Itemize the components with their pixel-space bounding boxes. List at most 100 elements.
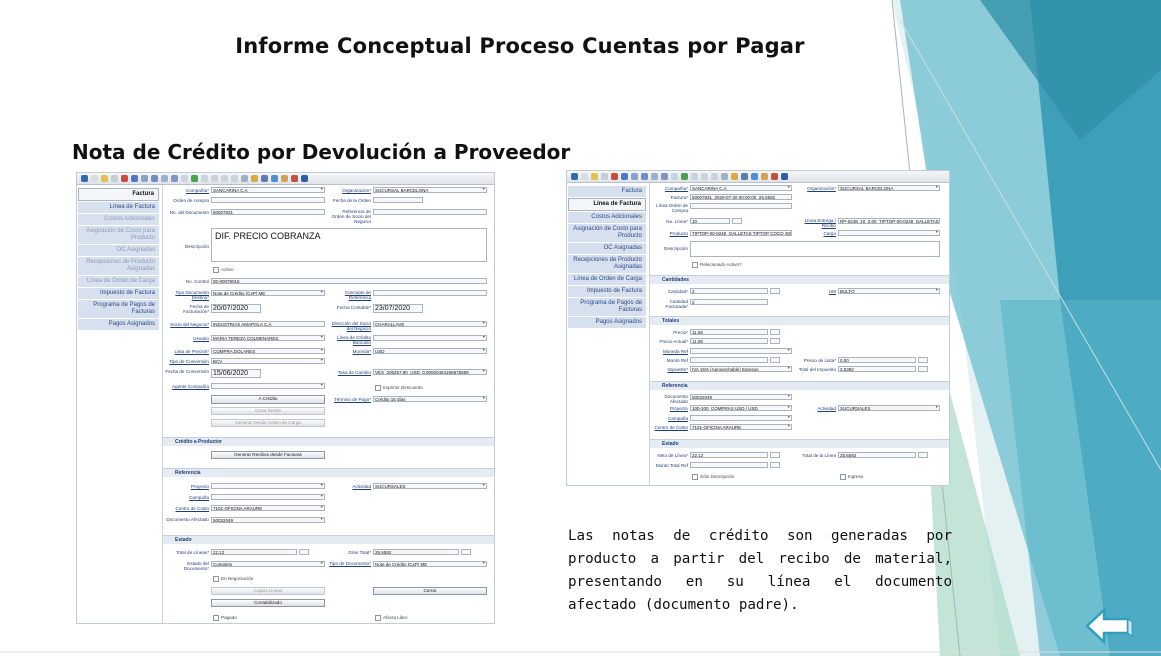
save-icon[interactable] xyxy=(601,173,608,180)
fecha-orden-field[interactable] xyxy=(373,197,423,203)
tab-linea-orden-carga[interactable]: Línea de Orden de Carga xyxy=(78,276,159,287)
tab-costos-adicionales[interactable]: Costos Adicionales xyxy=(78,214,159,225)
calculator-icon-2[interactable] xyxy=(461,549,471,555)
total-lineas-field[interactable]: 22,12 xyxy=(211,549,297,555)
attachment-icon[interactable] xyxy=(151,175,158,182)
detail-icon[interactable] xyxy=(231,175,238,182)
fecha-conversion-field[interactable]: 15/06/2020 xyxy=(211,369,261,378)
nav-last-icon[interactable] xyxy=(211,175,218,182)
tab-oc-asignadas[interactable]: OC Asignadas xyxy=(78,245,159,256)
cantidad-field[interactable]: 2 xyxy=(690,288,768,294)
copy-icon[interactable] xyxy=(591,173,598,180)
new-icon[interactable] xyxy=(581,173,588,180)
precio-field[interactable]: 11,06 xyxy=(690,329,768,335)
precio-actual-field[interactable]: 11,06 xyxy=(690,338,768,344)
crear-desde-button[interactable]: Crear Desde xyxy=(211,407,325,415)
tab-linea-orden-carga[interactable]: Línea de Orden de Carga xyxy=(568,274,646,285)
campana-field[interactable] xyxy=(690,415,792,421)
tab-linea-factura[interactable]: Línea de Factura xyxy=(78,202,159,213)
calculator-icon[interactable] xyxy=(770,329,780,335)
agente-field[interactable] xyxy=(211,383,325,389)
cantidades-section-header[interactable]: Cantidades xyxy=(650,275,949,284)
tab-impuesto-factura[interactable]: Impuesto de Factura xyxy=(568,286,646,297)
neto-linea-field[interactable]: 22,12 xyxy=(690,452,768,458)
descripcion-field[interactable] xyxy=(690,241,940,257)
total-linea-field[interactable]: 25,6592 xyxy=(838,452,916,458)
negociacion-checkbox[interactable]: En Negociación xyxy=(213,576,253,582)
new-icon[interactable] xyxy=(91,175,98,182)
moneda-field[interactable]: USD xyxy=(373,348,487,354)
workflow-icon[interactable] xyxy=(281,175,288,182)
linea-orden-field[interactable] xyxy=(690,203,792,209)
save-icon[interactable] xyxy=(111,175,118,182)
help-icon[interactable] xyxy=(81,175,88,182)
tab-recepciones[interactable]: Recepciones de Producto Asignadas xyxy=(78,257,159,275)
monto-ref-field[interactable] xyxy=(690,357,768,363)
lista-precios-field[interactable]: COMPRA DOLARES xyxy=(211,348,325,354)
cant-fact-field[interactable]: 2 xyxy=(690,299,768,305)
compania-field[interactable]: SANCARINA C.A xyxy=(211,187,325,193)
nav-next-icon[interactable] xyxy=(201,175,208,182)
tab-linea-factura[interactable]: Línea de Factura xyxy=(568,198,646,211)
campana-field[interactable] xyxy=(211,494,325,500)
tab-programa-pagos[interactable]: Programa de Pagos de Facturas xyxy=(568,298,646,316)
afecta-libro-checkbox[interactable]: Afecta Libro xyxy=(375,615,408,621)
report-icon[interactable] xyxy=(241,175,248,182)
tab-factura[interactable]: Factura xyxy=(78,188,159,201)
calculator-icon[interactable] xyxy=(299,549,309,555)
tab-impuesto-factura[interactable]: Impuesto de Factura xyxy=(78,288,159,299)
um-field[interactable]: BULTO xyxy=(838,288,940,294)
history-icon[interactable] xyxy=(171,175,178,182)
nav-prev-icon[interactable] xyxy=(681,173,688,180)
process-icon[interactable] xyxy=(771,173,778,180)
precio-lista-field[interactable]: 0,00 xyxy=(838,357,916,363)
chat-icon[interactable] xyxy=(651,173,658,180)
calculator-icon[interactable] xyxy=(770,288,780,294)
print-icon[interactable] xyxy=(261,175,268,182)
tab-pagos-asignados[interactable]: Pagos Asignados xyxy=(568,317,646,328)
linea-credito-field[interactable] xyxy=(373,335,487,341)
parent-icon[interactable] xyxy=(221,175,228,182)
calculator-icon[interactable] xyxy=(770,462,780,468)
copiar-lineas-button[interactable]: Copiar Líneas xyxy=(211,587,325,595)
no-documento-field[interactable]: 50007931 xyxy=(211,209,325,215)
archive-icon[interactable] xyxy=(731,173,738,180)
tab-pagos-asignados[interactable]: Pagos Asignados xyxy=(78,319,159,330)
calculator-icon[interactable] xyxy=(732,218,742,224)
ref-orden-field[interactable] xyxy=(373,209,487,215)
total-impuesto-field[interactable]: 3,5392 xyxy=(838,366,916,372)
zoom-icon[interactable] xyxy=(271,175,278,182)
zoom-icon[interactable] xyxy=(751,173,758,180)
process-icon[interactable] xyxy=(291,175,298,182)
calculator-icon[interactable] xyxy=(770,338,780,344)
monto-total-ref-field[interactable] xyxy=(690,462,768,468)
activo-checkbox[interactable]: Activo xyxy=(213,267,234,273)
fecha-facturacion-field[interactable]: 20/07/2020 xyxy=(211,304,261,313)
delete-icon[interactable] xyxy=(611,173,618,180)
organizacion-field[interactable]: SUCURSAL BARCELONA xyxy=(838,185,940,191)
estado-section-header[interactable]: Estado xyxy=(650,439,949,448)
generar-desde-oc-button[interactable]: Generar Desde Orden de Carga xyxy=(211,419,325,427)
report-icon[interactable] xyxy=(721,173,728,180)
nav-first-icon[interactable] xyxy=(181,175,188,182)
calculator-icon[interactable] xyxy=(918,452,928,458)
totales-section-header[interactable]: Totales xyxy=(650,316,949,325)
workflow-icon[interactable] xyxy=(761,173,768,180)
print-icon[interactable] xyxy=(741,173,748,180)
fecha-contable-field[interactable]: 23/07/2020 xyxy=(373,304,423,313)
linea-entrega-field[interactable]: RP-0248_10_2.00_TIPTOP-00-0248_GALLETAS … xyxy=(838,218,940,224)
attachment-icon[interactable] xyxy=(641,173,648,180)
tab-oc-asignadas[interactable]: OC Asignadas xyxy=(568,243,646,254)
find-icon[interactable] xyxy=(141,175,148,182)
estado-section-header[interactable]: Estado xyxy=(163,535,494,544)
refresh-icon[interactable] xyxy=(131,175,138,182)
delete-icon[interactable] xyxy=(121,175,128,182)
left-arrow-icon[interactable] xyxy=(1084,606,1134,646)
tipo-doc-destino-field[interactable]: Nota de Crédito (CxP) ME xyxy=(211,290,325,296)
moneda-ref-field[interactable] xyxy=(690,348,792,354)
orden-compra-field[interactable] xyxy=(211,197,325,203)
tab-costos-adicionales[interactable]: Costos Adicionales xyxy=(568,212,646,223)
calculator-icon[interactable] xyxy=(770,357,780,363)
cerrar-button[interactable]: Cerrar xyxy=(373,587,487,595)
direccion-field[interactable]: CHARALLAVE xyxy=(373,321,487,327)
